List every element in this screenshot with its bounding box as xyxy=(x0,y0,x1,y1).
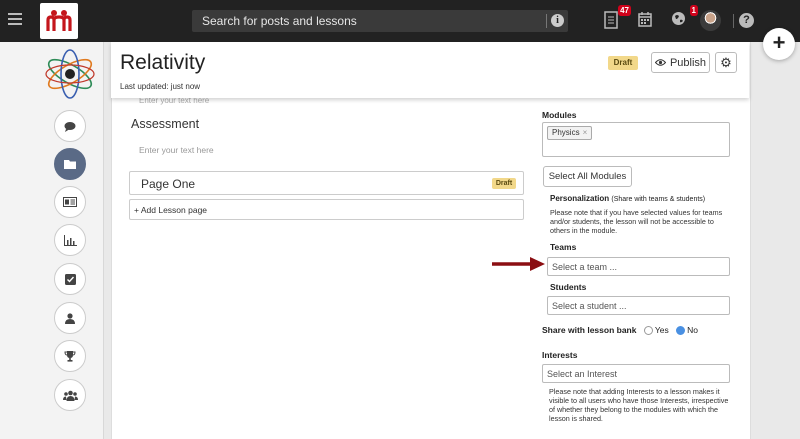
calendar-icon[interactable] xyxy=(638,11,658,31)
avatar[interactable] xyxy=(700,10,721,31)
notifications-badge: 47 xyxy=(618,5,631,16)
nav-profile-button[interactable] xyxy=(54,302,86,334)
left-nav xyxy=(0,42,104,439)
trophy-icon xyxy=(64,351,76,362)
logo-icon[interactable] xyxy=(40,3,78,39)
add-button[interactable]: + xyxy=(763,28,795,60)
teams-select[interactable]: Select a team ... xyxy=(547,257,730,276)
globe-badge: 1 xyxy=(689,5,698,16)
lesson-page-row[interactable]: Page One Draft xyxy=(129,171,524,195)
nav-comment-button[interactable] xyxy=(54,110,86,142)
module-chip-label: Physics xyxy=(552,128,580,137)
nav-trophy-button[interactable] xyxy=(54,340,86,372)
nav-id-card-button[interactable] xyxy=(54,186,86,218)
publish-button[interactable]: Publish xyxy=(651,52,710,73)
checkbox-icon xyxy=(64,273,76,285)
folder-icon xyxy=(64,160,76,169)
interests-note: Please note that adding Interests to a l… xyxy=(549,387,729,423)
add-lesson-page-button[interactable]: + Add Lesson page xyxy=(129,199,524,220)
share-label: Share with lesson bank xyxy=(542,325,637,335)
search-divider xyxy=(546,14,547,28)
modules-label: Modules xyxy=(542,110,577,120)
share-no-label[interactable]: No xyxy=(687,325,698,335)
nav-folder-button[interactable] xyxy=(54,148,86,180)
select-all-modules-button[interactable]: Select All Modules xyxy=(543,166,632,187)
top-bar: Search for posts and lessons i 47 1 ? xyxy=(0,0,800,42)
assessment-text-field[interactable]: Enter your text here xyxy=(139,145,214,155)
nav-tasks-button[interactable] xyxy=(54,263,86,295)
share-yes-radio[interactable] xyxy=(643,326,653,336)
atom-icon xyxy=(44,48,96,100)
settings-button[interactable]: ⚙ xyxy=(715,52,737,73)
search-input[interactable]: Search for posts and lessons i xyxy=(192,10,568,32)
students-label: Students xyxy=(550,282,587,292)
personalization-title: Personalization xyxy=(550,194,610,203)
publish-label: Publish xyxy=(669,56,707,69)
user-icon xyxy=(65,312,75,324)
interests-select[interactable]: Select an Interest xyxy=(542,364,730,383)
topbar-divider xyxy=(733,14,734,28)
bar-chart-icon xyxy=(63,234,77,246)
notifications-icon[interactable]: 47 xyxy=(604,5,631,31)
nav-groups-button[interactable] xyxy=(54,379,86,411)
status-badge: Draft xyxy=(608,56,638,70)
personalization-subtitle: (Share with teams & students) xyxy=(611,196,706,203)
students-select[interactable]: Select a student ... xyxy=(547,296,730,315)
modules-field[interactable]: Physics × xyxy=(542,122,730,157)
personalization-note: Please note that if you have selected va… xyxy=(550,208,723,235)
chip-remove-icon[interactable]: × xyxy=(583,128,588,137)
share-with-lesson-bank: Share with lesson bank Yes No xyxy=(542,325,698,336)
globe-icon[interactable]: 1 xyxy=(671,5,698,31)
annotation-arrow-icon xyxy=(492,257,545,271)
module-chip: Physics × xyxy=(547,126,593,140)
share-yes-label[interactable]: Yes xyxy=(655,325,669,335)
assessment-title: Assessment xyxy=(131,117,200,131)
share-no-radio[interactable] xyxy=(676,326,686,336)
interests-label: Interests xyxy=(542,350,578,360)
hamburger-icon[interactable] xyxy=(8,13,22,25)
nav-chart-button[interactable] xyxy=(54,224,86,256)
page-title: Relativity xyxy=(120,51,206,74)
help-icon[interactable]: ? xyxy=(739,13,754,28)
search-placeholder: Search for posts and lessons xyxy=(202,14,357,28)
info-icon[interactable]: i xyxy=(551,14,564,27)
last-updated: Last updated: just now xyxy=(120,82,201,91)
group-icon xyxy=(62,390,78,401)
personalization-heading: Personalization (Share with teams & stud… xyxy=(550,194,705,203)
gear-icon: ⚙ xyxy=(720,54,732,70)
comment-icon xyxy=(64,121,76,132)
page-status-badge: Draft xyxy=(492,178,516,189)
teams-label: Teams xyxy=(550,242,577,252)
id-card-icon xyxy=(63,197,77,207)
lesson-page-label: Page One xyxy=(141,177,196,191)
eye-icon xyxy=(654,59,666,66)
lesson-header: Relativity Last updated: just now Draft … xyxy=(111,42,749,98)
